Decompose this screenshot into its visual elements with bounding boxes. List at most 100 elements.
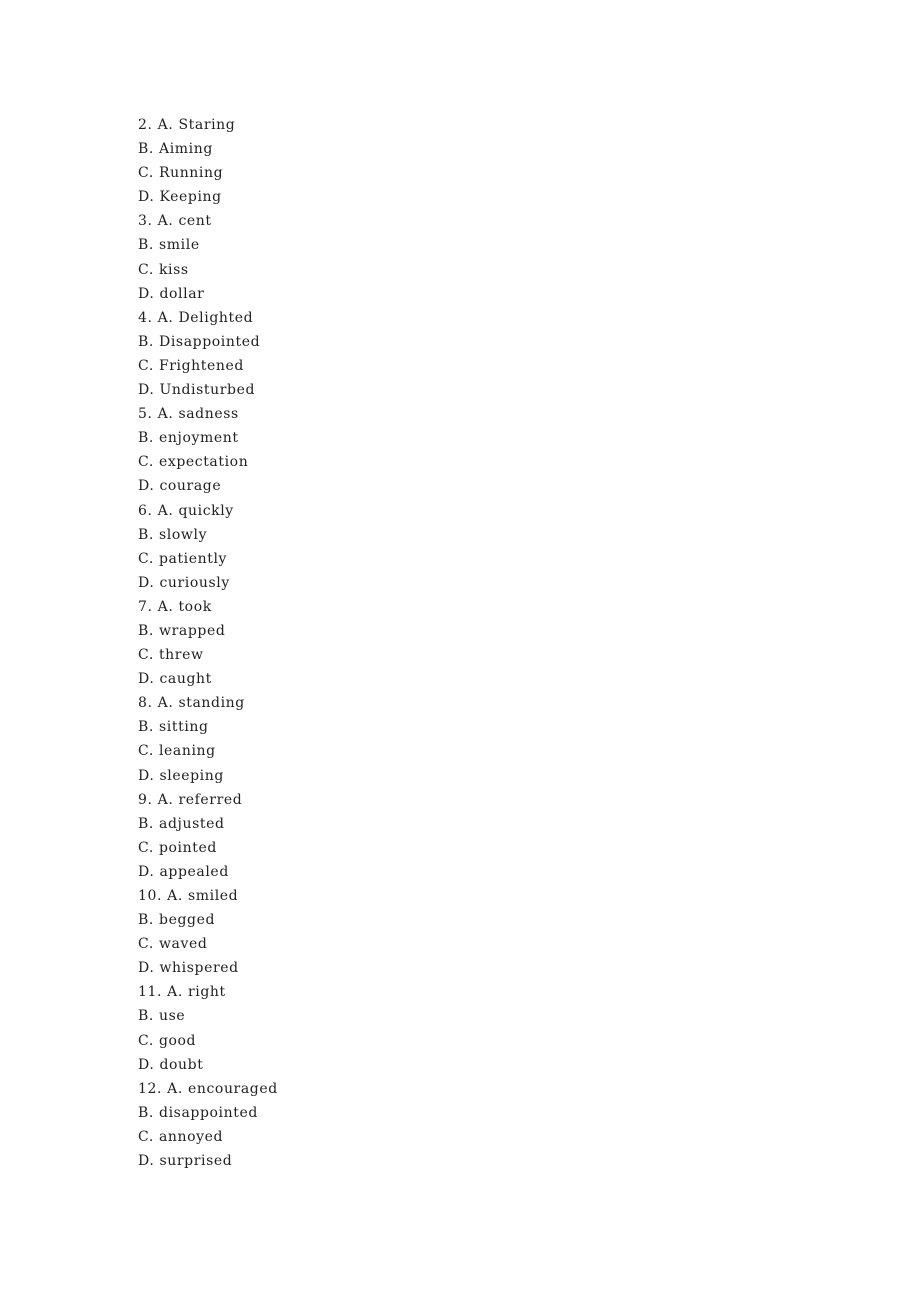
option-letter: B. bbox=[138, 719, 154, 736]
option-text: pointed bbox=[158, 839, 217, 856]
answer-option-line: D. doubt bbox=[138, 1053, 278, 1077]
question-number: 9. bbox=[138, 791, 153, 808]
option-text: Undisturbed bbox=[159, 382, 256, 399]
option-letter: A. bbox=[167, 888, 183, 904]
option-letter: B. bbox=[138, 815, 154, 832]
answer-option-line: B. Aiming bbox=[138, 137, 278, 161]
question-number: 3. bbox=[138, 213, 153, 230]
option-text: annoyed bbox=[158, 1128, 224, 1145]
option-text: quickly bbox=[178, 502, 234, 519]
answer-option-line: C. leaning bbox=[138, 739, 278, 763]
answer-option-line: B. sitting bbox=[138, 715, 278, 739]
option-text: sitting bbox=[159, 719, 209, 736]
option-letter: A. bbox=[157, 502, 174, 519]
option-letter: B. bbox=[138, 1104, 154, 1121]
option-letter: D. bbox=[138, 574, 155, 591]
answer-option-line: 10. A. smiled bbox=[138, 884, 278, 908]
option-text: Staring bbox=[178, 117, 236, 133]
option-letter: A. bbox=[157, 213, 174, 230]
option-text: use bbox=[159, 1008, 186, 1025]
answer-option-line: 8. A. standing bbox=[138, 691, 278, 715]
option-text: sadness bbox=[178, 406, 239, 423]
question-number: 8. bbox=[138, 695, 153, 712]
answer-option-line: D. caught bbox=[138, 667, 278, 691]
option-letter: B. bbox=[138, 1008, 154, 1025]
option-letter: C. bbox=[138, 743, 154, 760]
option-letter: D. bbox=[138, 478, 155, 495]
answer-option-line: C. threw bbox=[138, 643, 278, 667]
answer-option-line: C. Frightened bbox=[138, 354, 278, 378]
option-text: Running bbox=[158, 165, 224, 182]
option-letter: B. bbox=[138, 526, 154, 543]
question-number: 2. bbox=[138, 117, 153, 133]
option-text: disappointed bbox=[159, 1104, 258, 1121]
option-letter: C. bbox=[138, 936, 154, 953]
option-letter: B. bbox=[138, 622, 154, 639]
option-letter: D. bbox=[138, 960, 155, 977]
answer-option-line: 2. A. Staring bbox=[138, 113, 278, 137]
option-text: threw bbox=[158, 647, 204, 664]
option-text: sleeping bbox=[159, 767, 224, 784]
option-text: referred bbox=[178, 791, 243, 808]
option-letter: C. bbox=[138, 647, 154, 664]
option-text: begged bbox=[159, 912, 216, 929]
option-letter: C. bbox=[138, 1032, 154, 1049]
answer-option-line: 11. A. right bbox=[138, 980, 278, 1004]
answer-option-line: B. slowly bbox=[138, 523, 278, 547]
option-text: courage bbox=[159, 478, 222, 495]
option-text: right bbox=[187, 984, 226, 1001]
question-number: 7. bbox=[138, 598, 153, 615]
option-text: encouraged bbox=[187, 1080, 278, 1097]
option-letter: A. bbox=[157, 117, 174, 133]
option-text: took bbox=[178, 598, 212, 615]
option-letter: D. bbox=[138, 382, 155, 399]
answer-option-line: D. sleeping bbox=[138, 764, 278, 788]
option-text: leaning bbox=[158, 743, 216, 760]
option-letter: B. bbox=[138, 430, 154, 447]
option-letter: A. bbox=[157, 598, 174, 615]
option-text: caught bbox=[159, 671, 212, 688]
option-letter: A. bbox=[167, 984, 183, 1001]
answer-option-line: D. curiously bbox=[138, 571, 278, 595]
answer-option-line: B. disappointed bbox=[138, 1101, 278, 1125]
option-text: good bbox=[158, 1032, 197, 1049]
answer-option-line: 6. A. quickly bbox=[138, 499, 278, 523]
answer-option-line: 7. A. took bbox=[138, 595, 278, 619]
option-letter: C. bbox=[138, 550, 154, 567]
option-letter: D. bbox=[138, 285, 155, 302]
option-text: slowly bbox=[159, 526, 208, 543]
answer-option-line: D. surprised bbox=[138, 1149, 278, 1173]
answer-option-line: B. use bbox=[138, 1004, 278, 1028]
option-text: doubt bbox=[159, 1056, 204, 1073]
option-letter: B. bbox=[138, 141, 154, 158]
option-text: Aiming bbox=[159, 141, 213, 158]
answer-option-line: D. courage bbox=[138, 474, 278, 498]
option-text: surprised bbox=[159, 1153, 233, 1170]
option-text: smile bbox=[159, 237, 200, 254]
answer-option-line: B. begged bbox=[138, 908, 278, 932]
option-letter: D. bbox=[138, 767, 155, 784]
answer-option-line: C. annoyed bbox=[138, 1125, 278, 1149]
answer-option-line: B. wrapped bbox=[138, 619, 278, 643]
option-letter: B. bbox=[138, 237, 154, 254]
answer-option-line: B. smile bbox=[138, 233, 278, 257]
option-letter: C. bbox=[138, 839, 154, 856]
option-text: kiss bbox=[158, 261, 189, 278]
option-letter: D. bbox=[138, 1153, 155, 1170]
option-letter: A. bbox=[157, 406, 174, 423]
answer-option-line: C. Running bbox=[138, 161, 278, 185]
answer-option-line: D. appealed bbox=[138, 860, 278, 884]
answer-option-line: B. Disappointed bbox=[138, 330, 278, 354]
answer-option-line: D. Keeping bbox=[138, 185, 278, 209]
answer-option-line: 3. A. cent bbox=[138, 209, 278, 233]
answer-option-line: C. patiently bbox=[138, 547, 278, 571]
option-letter: A. bbox=[157, 695, 174, 712]
question-number: 5. bbox=[138, 406, 153, 423]
option-text: wrapped bbox=[159, 622, 226, 639]
option-text: standing bbox=[178, 695, 245, 712]
option-letter: A. bbox=[167, 1080, 183, 1097]
answer-option-line: C. expectation bbox=[138, 450, 278, 474]
answer-option-line: 4. A. Delighted bbox=[138, 306, 278, 330]
answer-option-line: C. kiss bbox=[138, 258, 278, 282]
answer-option-line: B. adjusted bbox=[138, 812, 278, 836]
